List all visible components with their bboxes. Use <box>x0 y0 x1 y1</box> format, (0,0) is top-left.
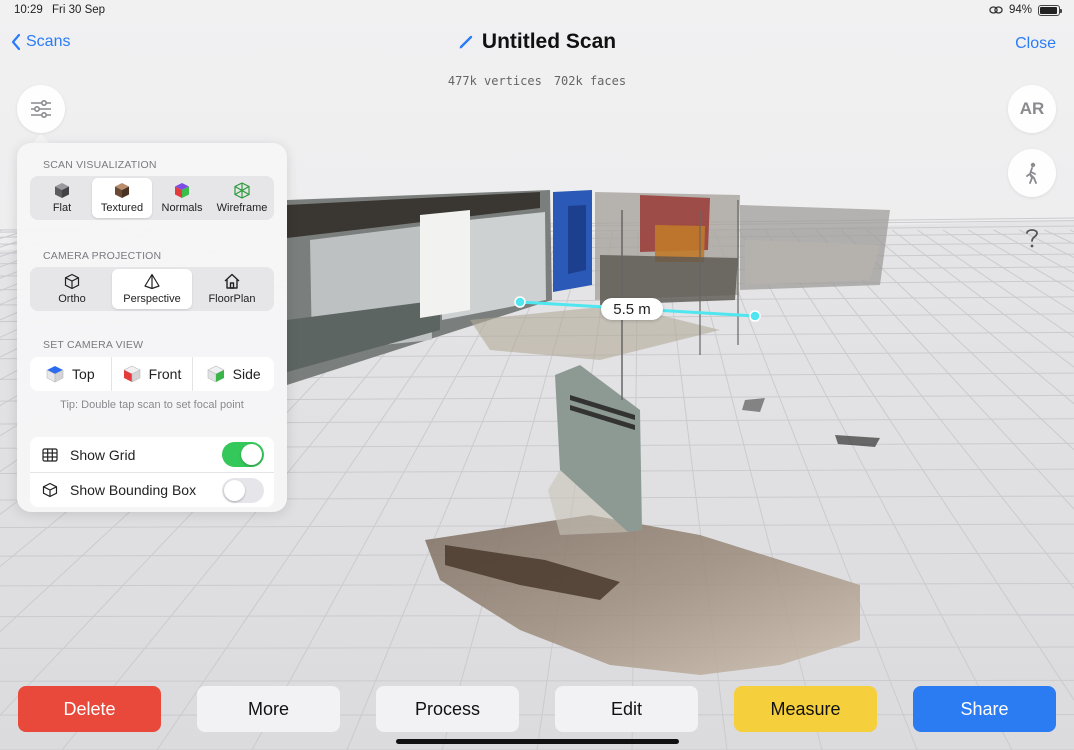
clock: 10:29 <box>14 4 43 16</box>
camera-view-side[interactable]: Side <box>193 357 274 391</box>
visualization-flat[interactable]: Flat <box>32 178 92 218</box>
delete-button[interactable]: Delete <box>18 686 161 732</box>
question-mark-icon <box>1026 229 1038 248</box>
grid-icon <box>42 447 58 462</box>
ar-button[interactable]: AR <box>1008 85 1056 133</box>
pyramid-icon <box>144 273 160 290</box>
camera-projection-heading: CAMERA PROJECTION <box>43 250 162 262</box>
cube-flat-icon <box>55 183 69 198</box>
camera-view-front[interactable]: Front <box>112 357 194 391</box>
show-bounding-box-toggle[interactable] <box>222 477 264 503</box>
scan-visualization-heading: SCAN VISUALIZATION <box>43 159 157 171</box>
cube-front-icon <box>122 365 141 383</box>
visualization-textured-label: Textured <box>100 202 144 214</box>
title-text: Untitled Scan <box>481 30 617 53</box>
sliders-icon <box>31 100 51 118</box>
camera-view-top[interactable]: Top <box>30 357 112 391</box>
face-count: 702k faces <box>553 74 627 88</box>
cube-normals-icon <box>175 183 189 198</box>
show-grid-row: Show Grid <box>30 437 274 472</box>
show-grid-toggle[interactable] <box>222 442 264 467</box>
settings-toggle-button[interactable] <box>17 85 65 133</box>
cube-outline-icon <box>42 482 58 498</box>
set-camera-view-heading: SET CAMERA VIEW <box>43 339 144 351</box>
cube-top-icon <box>46 366 64 383</box>
projection-perspective[interactable]: Perspective <box>112 269 192 309</box>
settings-panel: SCAN VISUALIZATION Flat Textured Normals… <box>17 143 287 512</box>
cube-textured-icon <box>115 183 129 198</box>
scan-visualization-control: Flat Textured Normals Wireframe <box>30 176 274 220</box>
projection-ortho-label: Ortho <box>58 293 86 305</box>
projection-ortho[interactable]: Ortho <box>32 269 112 309</box>
battery-percent: 94% <box>1008 4 1032 16</box>
mesh-stats: 477k vertices 702k faces <box>0 74 1074 88</box>
help-button[interactable] <box>1022 226 1042 255</box>
pencil-icon <box>459 36 473 49</box>
show-grid-label: Show Grid <box>70 446 136 463</box>
walking-person-icon <box>1026 162 1037 184</box>
measure-button[interactable]: Measure <box>734 686 877 732</box>
link-icon <box>989 6 1003 14</box>
show-bounding-box-row: Show Bounding Box <box>30 472 274 507</box>
more-button[interactable]: More <box>197 686 340 732</box>
visualization-normals[interactable]: Normals <box>152 178 212 218</box>
walk-mode-button[interactable] <box>1008 149 1056 197</box>
camera-projection-control: Ortho Perspective FloorPlan <box>30 267 274 311</box>
home-indicator <box>396 739 679 744</box>
projection-floorplan-label: FloorPlan <box>208 293 256 305</box>
status-bar-right: 94% <box>989 4 1062 16</box>
projection-floorplan[interactable]: FloorPlan <box>192 269 272 309</box>
visualization-normals-label: Normals <box>161 202 203 214</box>
projection-perspective-label: Perspective <box>123 293 181 305</box>
show-bounding-box-label: Show Bounding Box <box>70 482 197 498</box>
visualization-textured[interactable]: Textured <box>92 178 152 218</box>
camera-view-top-label: Top <box>72 366 95 382</box>
date: Fri 30 Sep <box>51 4 106 16</box>
share-button[interactable]: Share <box>913 686 1056 732</box>
measurement-start-handle[interactable] <box>514 296 526 308</box>
visualization-wireframe[interactable]: Wireframe <box>212 178 272 218</box>
house-icon <box>224 273 240 289</box>
scan-title[interactable]: Untitled Scan <box>0 30 1074 54</box>
visualization-wireframe-label: Wireframe <box>216 202 268 214</box>
camera-view-control: Top Front Side <box>30 357 274 391</box>
cube-outline-icon <box>64 273 80 290</box>
close-button[interactable]: Close <box>1015 35 1056 53</box>
measurement-end-handle[interactable] <box>749 310 761 322</box>
camera-view-side-label: Side <box>232 366 261 382</box>
visualization-flat-label: Flat <box>52 202 72 214</box>
status-bar-time: 10:29 Fri 30 Sep <box>14 4 105 16</box>
vertex-count: 477k vertices <box>447 74 542 88</box>
battery-icon <box>1038 4 1062 16</box>
display-toggles: Show Grid Show Bounding Box <box>30 437 274 507</box>
measurement-label: 5.5 m <box>601 298 663 320</box>
cube-side-icon <box>206 365 225 383</box>
cube-wireframe-icon <box>234 182 250 199</box>
focal-point-tip: Tip: Double tap scan to set focal point <box>60 399 244 411</box>
edit-button[interactable]: Edit <box>555 686 698 732</box>
process-button[interactable]: Process <box>376 686 519 732</box>
camera-view-front-label: Front <box>148 366 182 382</box>
